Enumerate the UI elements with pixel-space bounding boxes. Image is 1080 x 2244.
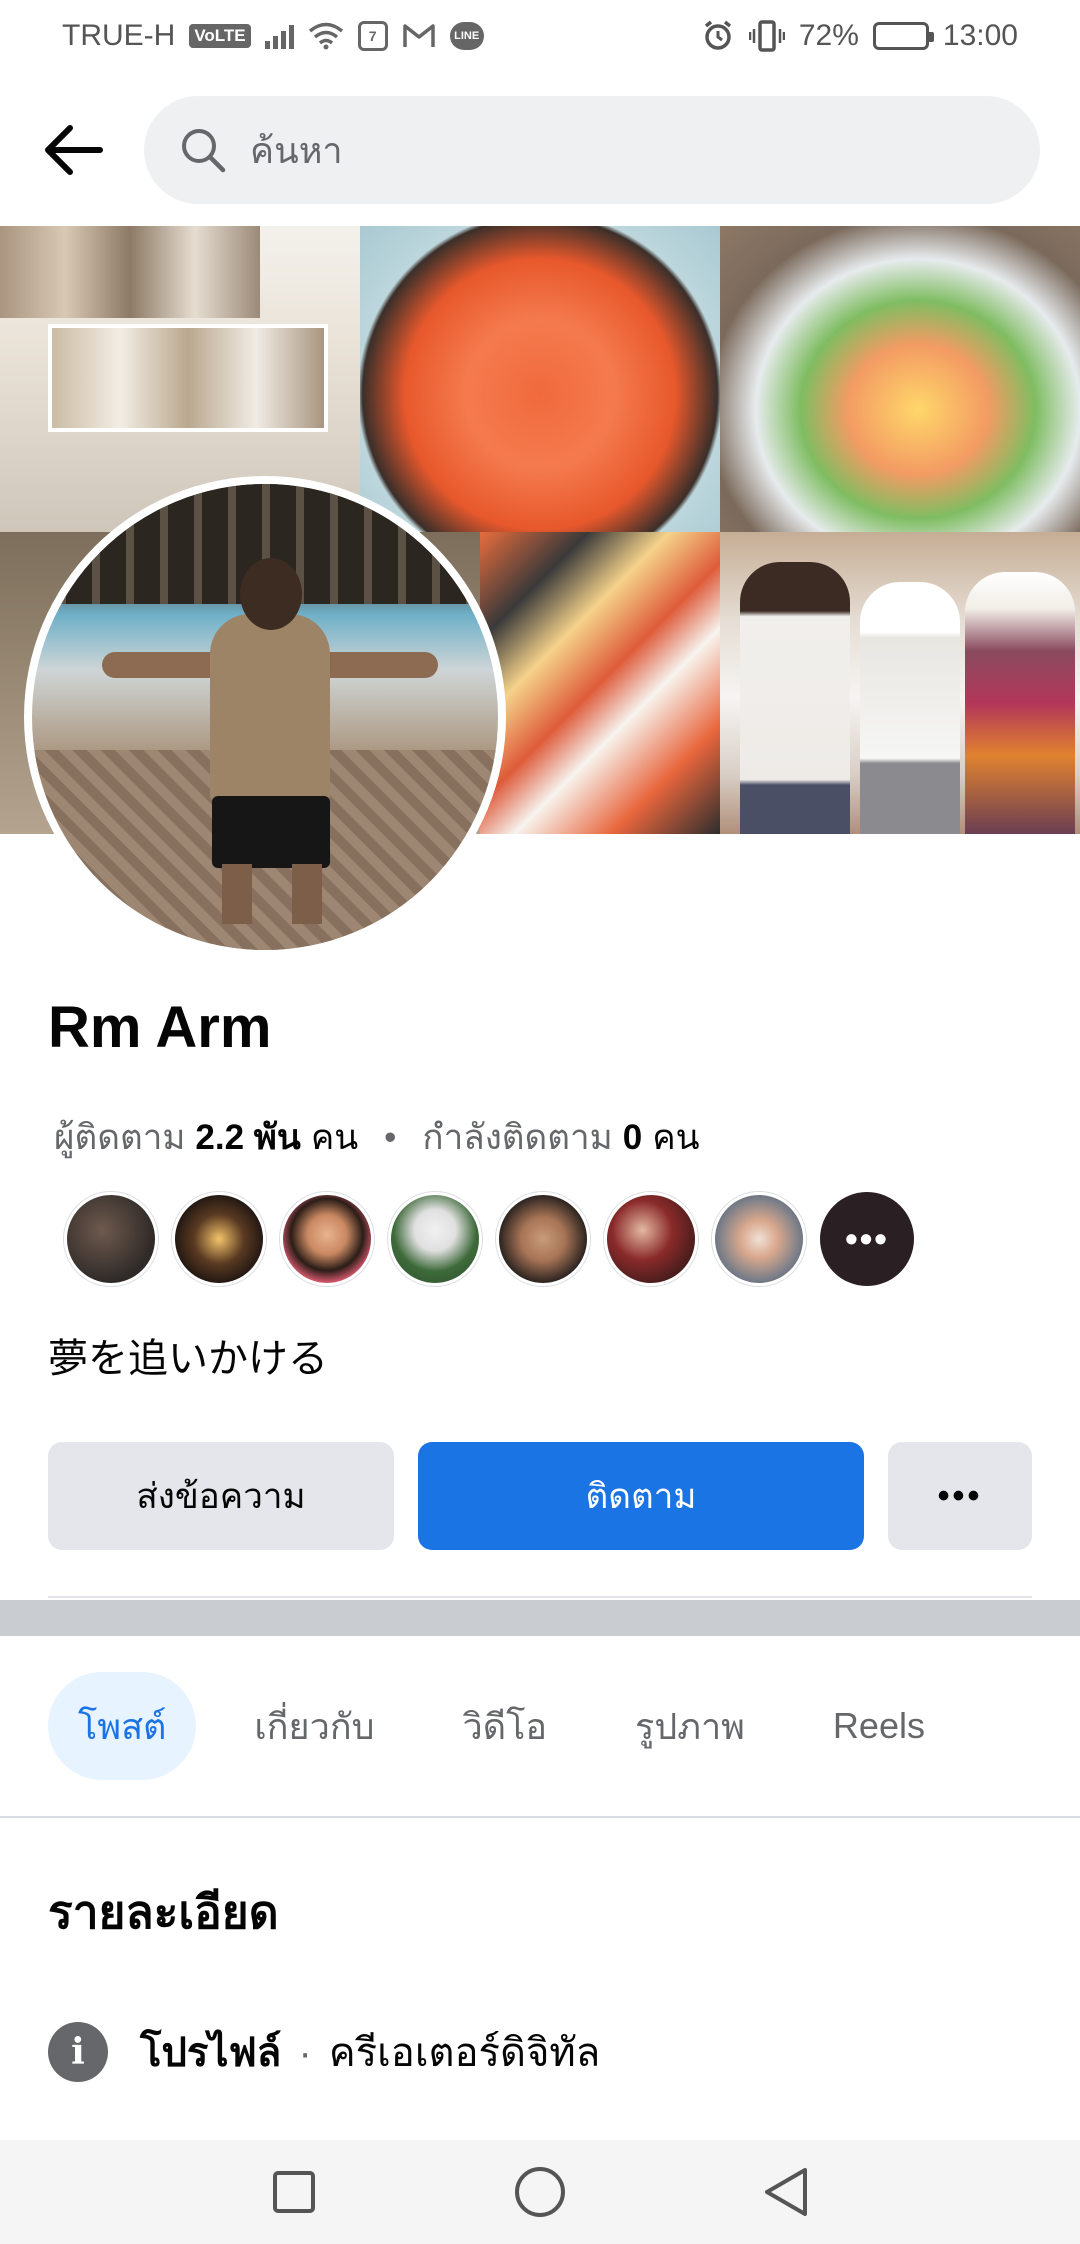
cover-tile-sashimi-bowl (720, 226, 1080, 532)
tab-videos[interactable]: วิดีโอ (432, 1672, 577, 1780)
follower-avatar[interactable] (280, 1192, 374, 1286)
followers-count: 2.2 พัน (195, 1118, 301, 1157)
followers-unit: คน (310, 1118, 359, 1157)
follower-avatar[interactable] (712, 1192, 806, 1286)
top-bar: ค้นหา (0, 90, 1080, 210)
status-left: TRUE-H VoLTE 7 LINE (62, 19, 484, 53)
triangle-back-icon (765, 2168, 807, 2216)
clock: 13:00 (942, 19, 1018, 52)
vibrate-icon (748, 20, 785, 52)
signal-icon (264, 23, 294, 49)
arrow-left-icon (45, 125, 103, 175)
profile-actions: ส่งข้อความ ติดตาม ••• (48, 1442, 1032, 1550)
cover-strip (48, 324, 328, 432)
cover-person (965, 572, 1075, 834)
home-button[interactable] (512, 2164, 568, 2220)
followers-avatar-row[interactable]: ••• (64, 1192, 914, 1286)
battery-icon (872, 22, 934, 50)
detail-row-profile[interactable]: i โปรไฟล์ · ครีเอเตอร์ดิจิทัล (48, 2020, 600, 2084)
detail-separator: · (298, 2031, 312, 2075)
avatar-figure-legs (222, 864, 322, 924)
battery-percent: 72% (798, 19, 859, 52)
circle-icon (515, 2167, 565, 2217)
cover-person (740, 562, 850, 834)
follow-stats[interactable]: ผู้ติดตาม 2.2 พัน คน • กำลังติดตาม 0 คน (54, 1110, 700, 1165)
search-icon (182, 129, 226, 173)
status-right: 72% 13:00 (701, 19, 1018, 53)
follower-avatar[interactable] (496, 1192, 590, 1286)
profile-avatar[interactable] (24, 476, 506, 958)
follower-avatar[interactable] (604, 1192, 698, 1286)
following-unit: คน (652, 1118, 700, 1157)
profile-tabs: โพสต์ เกี่ยวกับ วิดีโอ รูปภาพ Reels (48, 1672, 955, 1780)
section-divider (0, 1600, 1080, 1636)
message-button[interactable]: ส่งข้อความ (48, 1442, 394, 1550)
cover-strip (0, 226, 260, 318)
info-icon: i (48, 2022, 108, 2082)
details-title: รายละเอียด (48, 1886, 279, 1938)
alarm-icon (704, 20, 731, 50)
tabs-divider (0, 1816, 1080, 1818)
following-label: กำลังติดตาม (422, 1118, 613, 1157)
tab-posts[interactable]: โพสต์ (48, 1672, 197, 1780)
back-nav-button[interactable] (758, 2164, 814, 2220)
back-button[interactable] (40, 118, 104, 182)
avatar-figure-body (210, 614, 330, 804)
avatar-figure-shorts (212, 796, 330, 868)
line-app-icon: LINE (449, 22, 484, 50)
follower-avatar[interactable] (172, 1192, 266, 1286)
square-icon (273, 2171, 315, 2213)
recent-apps-button[interactable] (266, 2164, 322, 2220)
divider (48, 1596, 1032, 1598)
carrier-name: TRUE-H (62, 19, 176, 52)
avatar-photo (32, 484, 498, 950)
more-options-button[interactable]: ••• (888, 1442, 1032, 1550)
stats-separator: • (384, 1117, 397, 1157)
follower-avatar[interactable] (388, 1192, 482, 1286)
cover-person (860, 582, 960, 834)
more-followers-button[interactable]: ••• (820, 1192, 914, 1286)
status-bar: TRUE-H VoLTE 7 LINE 72% 13:00 (0, 0, 1080, 72)
wifi-icon (308, 22, 343, 50)
avatar-figure-head (240, 558, 302, 630)
system-nav-bar (0, 2140, 1080, 2244)
gmail-icon (402, 24, 435, 47)
follow-button[interactable]: ติดตาม (418, 1442, 864, 1550)
tab-reels[interactable]: Reels (803, 1672, 955, 1780)
volte-badge: VoLTE (189, 24, 251, 48)
search-input[interactable]: ค้นหา (144, 96, 1040, 204)
follower-avatar[interactable] (64, 1192, 158, 1286)
followers-label: ผู้ติดตาม (54, 1118, 186, 1157)
profile-bio: 夢を追いかける (48, 1337, 328, 1381)
cover-tile-sushi-collage (480, 532, 720, 834)
following-count: 0 (622, 1117, 643, 1157)
detail-label: โปรไฟล์ (140, 2031, 282, 2075)
cover-tile-group-photo (720, 532, 1080, 834)
profile-name: Rm Arm (48, 995, 272, 1060)
seven-eleven-icon: 7 (357, 21, 388, 51)
detail-value: ครีเอเตอร์ดิจิทัล (328, 2031, 601, 2075)
tab-about[interactable]: เกี่ยวกับ (224, 1672, 404, 1780)
tab-photos[interactable]: รูปภาพ (605, 1672, 775, 1780)
search-placeholder: ค้นหา (250, 129, 343, 171)
